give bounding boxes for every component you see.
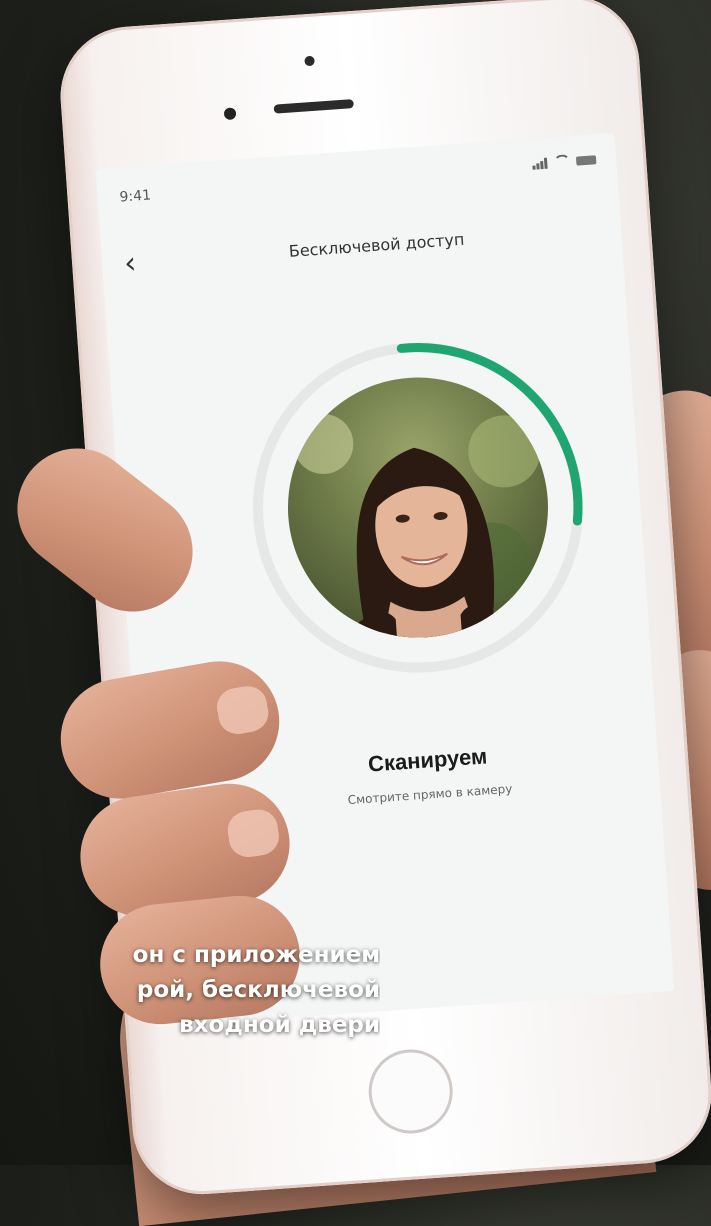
home-button[interactable] bbox=[365, 1046, 456, 1137]
signal-icon bbox=[532, 157, 549, 170]
caption-line-2: рой, бесключевой bbox=[136, 977, 380, 1003]
overlay-caption: он с приложением рой, бесключевой входно… bbox=[0, 938, 380, 1043]
caption-line-3: входной двери bbox=[179, 1012, 380, 1038]
status-time: 9:41 bbox=[119, 187, 152, 206]
page-title: Бесключевой доступ bbox=[288, 229, 465, 261]
caption-line-1: он с приложением bbox=[132, 942, 380, 968]
wifi-icon bbox=[553, 154, 571, 170]
earpiece-speaker bbox=[273, 99, 354, 114]
battery-icon bbox=[575, 154, 597, 166]
photo-scene: 9:41 ‹ Бесключевой доступ Сканируем Смот… bbox=[0, 0, 711, 1226]
status-icons bbox=[532, 152, 597, 170]
front-camera bbox=[223, 107, 237, 121]
top-sensor-dot bbox=[304, 55, 315, 67]
